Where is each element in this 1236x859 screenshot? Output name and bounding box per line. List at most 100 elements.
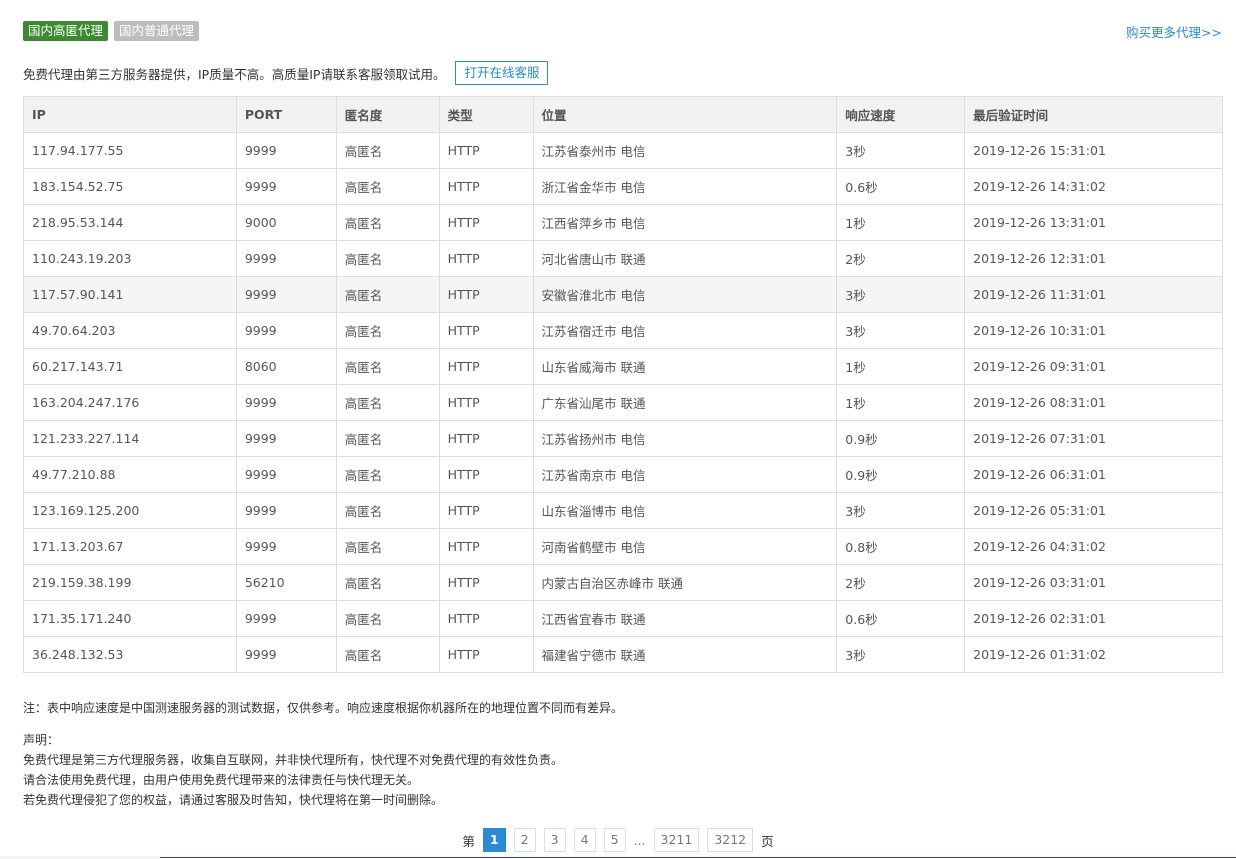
pagination: 第 1 2 3 4 5 ... 3211 3212 页 — [0, 828, 1236, 852]
table-header-row: IP PORT 匿名度 类型 位置 响应速度 最后验证时间 — [23, 96, 1223, 133]
proxy-table: IP PORT 匿名度 类型 位置 响应速度 最后验证时间 117.94.177… — [23, 96, 1223, 673]
cell-location: 江苏省宿迁市 电信 — [532, 312, 838, 349]
cell-port: 9000 — [235, 204, 337, 241]
cell-location: 江苏省南京市 电信 — [532, 456, 838, 493]
cell-speed: 3秒 — [836, 492, 966, 529]
table-row: 183.154.52.75 9999 高匿名 HTTP 浙江省金华市 电信 0.6秒 201… — [23, 168, 1223, 205]
cell-speed: 1秒 — [836, 384, 966, 421]
cell-speed: 0.9秒 — [836, 420, 966, 457]
cell-last-verified: 2019-12-26 12:31:01 — [964, 240, 1223, 277]
header-last-verified: 最后验证时间 — [964, 96, 1223, 133]
cell-last-verified: 2019-12-26 11:31:01 — [964, 276, 1223, 313]
cell-type: HTTP — [438, 420, 534, 457]
cell-speed: 1秒 — [836, 348, 966, 385]
cell-type: HTTP — [438, 492, 534, 529]
cell-location: 福建省宁德市 联通 — [532, 636, 838, 673]
cell-ip: 123.169.125.200 — [23, 492, 237, 529]
cell-anonymity: 高匿名 — [335, 420, 440, 457]
cell-speed: 1秒 — [836, 204, 966, 241]
cell-last-verified: 2019-12-26 14:31:02 — [964, 168, 1223, 205]
cell-ip: 117.57.90.141 — [23, 276, 237, 313]
cell-port: 8060 — [235, 348, 337, 385]
cell-port: 9999 — [235, 276, 337, 313]
cell-type: HTTP — [438, 168, 534, 205]
cell-last-verified: 2019-12-26 09:31:01 — [964, 348, 1223, 385]
cell-speed: 0.6秒 — [836, 600, 966, 637]
cell-port: 9999 — [235, 384, 337, 421]
cell-type: HTTP — [438, 528, 534, 565]
table-row: 117.57.90.141 9999 高匿名 HTTP 安徽省淮北市 电信 3秒 2019-… — [23, 276, 1223, 313]
table-row: 121.233.227.114 9999 高匿名 HTTP 江苏省扬州市 电信 0.9秒 2… — [23, 420, 1223, 457]
cell-type: HTTP — [438, 312, 534, 349]
pagination-prefix: 第 — [462, 833, 475, 849]
cell-anonymity: 高匿名 — [335, 600, 440, 637]
cell-anonymity: 高匿名 — [335, 636, 440, 673]
cell-ip: 121.233.227.114 — [23, 420, 237, 457]
header-anonymity: 匿名度 — [335, 96, 440, 133]
table-row: 49.77.210.88 9999 高匿名 HTTP 江苏省南京市 电信 0.9秒 2019… — [23, 456, 1223, 493]
pagination-suffix: 页 — [761, 833, 774, 849]
quality-notice: 免费代理由第三方服务器提供，IP质量不高。高质量IP请联系客服领取试用。 — [23, 66, 446, 82]
page-5-button[interactable]: 5 — [603, 828, 626, 852]
cell-ip: 49.70.64.203 — [23, 312, 237, 349]
cell-ip: 183.154.52.75 — [23, 168, 237, 205]
cell-port: 9999 — [235, 420, 337, 457]
cell-port: 9999 — [235, 528, 337, 565]
cell-anonymity: 高匿名 — [335, 276, 440, 313]
cell-location: 安徽省淮北市 电信 — [532, 276, 838, 313]
cell-port: 9999 — [235, 312, 337, 349]
buy-more-link[interactable]: 购买更多代理>> — [1126, 22, 1222, 41]
page-3212-button[interactable]: 3212 — [707, 828, 754, 852]
cell-location: 广东省汕尾市 联通 — [532, 384, 838, 421]
header-location: 位置 — [532, 96, 838, 133]
open-chat-button[interactable]: 打开在线客服 — [455, 61, 549, 85]
page-4-button[interactable]: 4 — [573, 828, 596, 852]
cell-port: 56210 — [235, 564, 337, 601]
cell-port: 9999 — [235, 636, 337, 673]
cell-last-verified: 2019-12-26 06:31:01 — [964, 456, 1223, 493]
cell-location: 江苏省泰州市 电信 — [532, 132, 838, 169]
declaration-title: 声明： — [23, 733, 60, 747]
cell-last-verified: 2019-12-26 08:31:01 — [964, 384, 1223, 421]
table-row: 163.204.247.176 9999 高匿名 HTTP 广东省汕尾市 联通 1秒 201… — [23, 384, 1223, 421]
tab-high-anonymity[interactable]: 国内高匿代理 — [23, 21, 109, 41]
cell-speed: 3秒 — [836, 312, 966, 349]
cell-location: 河北省唐山市 联通 — [532, 240, 838, 277]
cell-type: HTTP — [438, 276, 534, 313]
header-port: PORT — [235, 96, 337, 133]
cell-type: HTTP — [438, 456, 534, 493]
cell-port: 9999 — [235, 600, 337, 637]
declaration-line: 免费代理是第三方代理服务器，收集自互联网，并非快代理所有，快代理不对免费代理的有… — [23, 753, 564, 767]
table-row: 117.94.177.55 9999 高匿名 HTTP 江苏省泰州市 电信 3秒 2019-… — [23, 132, 1223, 169]
cell-location: 山东省威海市 联通 — [532, 348, 838, 385]
cell-type: HTTP — [438, 384, 534, 421]
notice-row: 免费代理由第三方服务器提供，IP质量不高。高质量IP请联系客服领取试用。 打开在… — [23, 61, 549, 85]
cell-last-verified: 2019-12-26 04:31:02 — [964, 528, 1223, 565]
cell-last-verified: 2019-12-26 02:31:01 — [964, 600, 1223, 637]
cell-last-verified: 2019-12-26 01:31:02 — [964, 636, 1223, 673]
cell-location: 山东省淄博市 电信 — [532, 492, 838, 529]
cell-type: HTTP — [438, 240, 534, 277]
cell-location: 内蒙古自治区赤峰市 联通 — [532, 564, 838, 601]
cell-anonymity: 高匿名 — [335, 132, 440, 169]
cell-port: 9999 — [235, 456, 337, 493]
page-3-button[interactable]: 3 — [543, 828, 566, 852]
cell-anonymity: 高匿名 — [335, 204, 440, 241]
cell-last-verified: 2019-12-26 13:31:01 — [964, 204, 1223, 241]
page-3211-button[interactable]: 3211 — [653, 828, 700, 852]
page-2-button[interactable]: 2 — [513, 828, 536, 852]
cell-anonymity: 高匿名 — [335, 456, 440, 493]
table-row: 60.217.143.71 8060 高匿名 HTTP 山东省威海市 联通 1秒 2019-… — [23, 348, 1223, 385]
table-row: 36.248.132.53 9999 高匿名 HTTP 福建省宁德市 联通 3秒 2019-… — [23, 636, 1223, 673]
cell-anonymity: 高匿名 — [335, 240, 440, 277]
cell-speed: 2秒 — [836, 240, 966, 277]
page-1-button[interactable]: 1 — [482, 828, 506, 852]
cell-anonymity: 高匿名 — [335, 384, 440, 421]
table-row: 171.13.203.67 9999 高匿名 HTTP 河南省鹤壁市 电信 0.8秒 201… — [23, 528, 1223, 565]
cell-ip: 219.159.38.199 — [23, 564, 237, 601]
cell-type: HTTP — [438, 348, 534, 385]
cell-ip: 171.35.171.240 — [23, 600, 237, 637]
tab-normal-proxy[interactable]: 国内普通代理 — [114, 21, 200, 41]
cell-ip: 110.243.19.203 — [23, 240, 237, 277]
cell-speed: 3秒 — [836, 132, 966, 169]
